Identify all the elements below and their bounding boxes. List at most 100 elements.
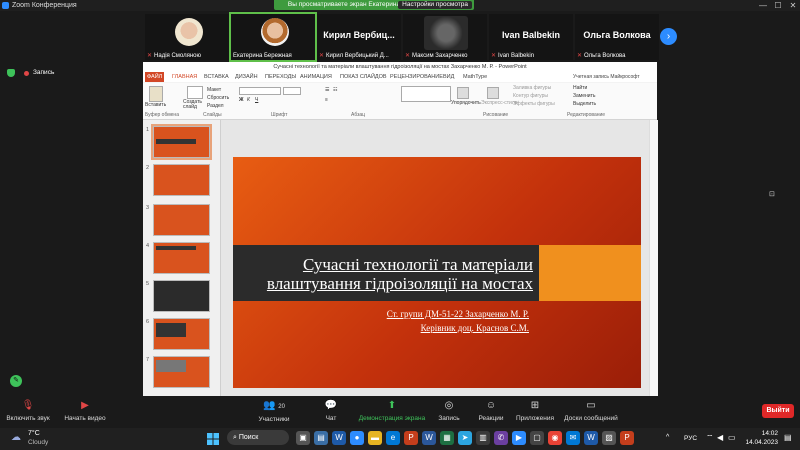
app-icon[interactable]: ▥ — [476, 431, 490, 445]
tab-transitions[interactable]: ПЕРЕХОДЫ — [263, 72, 298, 82]
app-icon[interactable]: ▢ — [530, 431, 544, 445]
language-indicator[interactable]: РУС — [684, 435, 697, 442]
font-name-select[interactable] — [239, 87, 281, 95]
slide[interactable]: Сучасні технології та матеріали влаштува… — [233, 157, 641, 388]
participant-tile[interactable]: Кирил Вербиц... ✕ Кирил Вербицький Д... — [317, 14, 401, 60]
participant-tile[interactable]: ✕ Максим Захарченко — [403, 14, 487, 60]
powerpoint-icon[interactable]: P — [404, 431, 418, 445]
align-icon[interactable]: ≡ — [325, 97, 328, 103]
tab-animation[interactable]: АНИМАЦИЯ — [298, 72, 334, 82]
taskbar-search[interactable]: ⌕ Поиск — [227, 430, 289, 445]
paste-icon[interactable] — [149, 86, 163, 102]
file-explorer-icon[interactable]: ▬ — [368, 431, 382, 445]
participant-tile[interactable]: ✕ Надія Смоляною — [145, 14, 229, 60]
telegram-icon[interactable]: ➤ — [458, 431, 472, 445]
edge-icon[interactable]: e — [386, 431, 400, 445]
underline-icon[interactable]: Ч — [255, 97, 258, 103]
weather-description[interactable]: Cloudy — [28, 439, 48, 446]
slide-thumbnail[interactable]: 3 — [146, 204, 210, 236]
clock-time[interactable]: 14:02 — [748, 430, 778, 437]
battery-icon[interactable]: ▭ — [728, 433, 736, 442]
chevron-up-icon[interactable]: ^ — [666, 434, 669, 441]
chevron-right-icon[interactable]: › — [660, 28, 677, 45]
slide-thumbnail[interactable]: 5 — [146, 280, 210, 312]
replace-button[interactable]: Заменить — [573, 93, 595, 99]
slide-thumbnail[interactable]: 6 — [146, 318, 210, 350]
zoom-app-icon[interactable]: ● — [350, 431, 364, 445]
reactions-button[interactable]: ☺ Реакции — [476, 400, 506, 422]
speaker-icon[interactable]: ◀ — [717, 433, 723, 442]
clock-date[interactable]: 14.04.2023 — [742, 439, 778, 446]
whiteboards-button[interactable]: ▭ Доски сообщений — [562, 400, 620, 422]
participant-tile-active[interactable]: Екатерина Бережная — [229, 12, 317, 62]
arrange-icon[interactable] — [457, 87, 469, 99]
powerpoint-doc-icon[interactable]: P — [620, 431, 634, 445]
minimize-button[interactable]: — — [756, 0, 770, 11]
unmute-button[interactable]: 🎙 Включить звук — [4, 400, 52, 422]
leave-button[interactable]: Выйти — [762, 404, 794, 418]
section-button[interactable]: Раздел — [207, 103, 224, 109]
italic-icon[interactable]: К — [247, 97, 250, 103]
account-label[interactable]: Учетная запись Майкрософт — [571, 72, 642, 82]
maximize-button[interactable]: ☐ — [771, 0, 785, 11]
slide-thumbnail[interactable]: 7 — [146, 356, 210, 388]
word-doc-icon[interactable]: W — [422, 431, 436, 445]
windows-start-icon[interactable] — [207, 432, 219, 445]
chat-button[interactable]: 💬 Чат — [318, 400, 344, 422]
shape-outline-button[interactable]: Контур фигуры — [513, 93, 548, 99]
slide-thumbnail[interactable]: 1 — [146, 124, 212, 160]
share-screen-button[interactable]: ⬆ Демонстрация экрана — [356, 400, 428, 422]
tab-slideshow[interactable]: ПОКАЗ СЛАЙДОВ — [338, 72, 389, 82]
cloud-icon[interactable]: ☁ — [11, 432, 21, 443]
weather-temperature[interactable]: 7°C — [28, 430, 40, 437]
tab-file[interactable]: ФАЙЛ — [145, 72, 165, 82]
task-view-icon[interactable]: ▣ — [296, 431, 310, 445]
bullets-icon[interactable]: ☰ — [325, 87, 329, 93]
view-options-button[interactable]: Настройки просмотра — [398, 1, 472, 9]
notifications-icon[interactable]: ▤ — [784, 433, 792, 442]
tab-insert[interactable]: ВСТАВКА — [202, 72, 231, 82]
excel-icon[interactable]: ▦ — [440, 431, 454, 445]
expand-window-icon[interactable]: ⊡ — [769, 190, 775, 198]
participants-button[interactable]: 👥 20 Участники — [254, 400, 294, 423]
viber-icon[interactable]: ✆ — [494, 431, 508, 445]
zoom-meeting-icon[interactable]: ▶ — [512, 431, 526, 445]
chat-app-icon[interactable]: ▤ — [314, 431, 328, 445]
quick-styles-icon[interactable] — [487, 87, 499, 99]
tab-design[interactable]: ДИЗАЙН — [233, 72, 260, 82]
tab-view[interactable]: ВИД — [441, 72, 456, 82]
vertical-scrollbar[interactable] — [649, 120, 658, 396]
word-icon[interactable]: W — [332, 431, 346, 445]
apps-button[interactable]: ⊞ Приложения — [512, 400, 558, 422]
app-icon[interactable]: ▨ — [602, 431, 616, 445]
wifi-icon[interactable]: ⌔ — [706, 433, 714, 443]
layout-button[interactable]: Макет — [207, 87, 221, 93]
participant-tile[interactable]: Ivan Balbekin ✕ Ivan Balbekin — [489, 14, 573, 60]
shape-effects-button[interactable]: Эффекты фигуры — [513, 101, 555, 107]
shape-fill-button[interactable]: Заливка фигуры — [513, 85, 551, 91]
font-size-select[interactable] — [283, 87, 301, 95]
tab-review[interactable]: РЕЦЕНЗИРОВАНИЕ — [388, 72, 445, 82]
new-slide-button[interactable]: Создать слайд — [183, 100, 205, 110]
mail-icon[interactable]: ✉ — [566, 431, 580, 445]
tab-mathtype[interactable]: MathType — [461, 72, 489, 82]
paste-button[interactable]: Вставить — [145, 102, 166, 108]
record-button[interactable]: ◎ Запись — [434, 400, 464, 422]
new-slide-icon[interactable] — [187, 86, 203, 99]
find-button[interactable]: Найти — [573, 85, 587, 91]
arrange-button[interactable]: Упорядочить — [451, 100, 481, 106]
shapes-gallery[interactable] — [401, 86, 451, 102]
tab-home[interactable]: ГЛАВНАЯ — [170, 72, 199, 82]
slide-thumbnail[interactable]: 4 — [146, 242, 210, 274]
shield-icon[interactable] — [7, 69, 15, 77]
word-doc-icon[interactable]: W — [584, 431, 598, 445]
close-button[interactable]: ✕ — [786, 0, 800, 11]
slide-thumbnail[interactable]: 2 — [146, 164, 210, 196]
select-button[interactable]: Выделить — [573, 101, 596, 107]
pen-icon[interactable]: ✎ — [10, 375, 22, 387]
start-video-button[interactable]: ▶ Начать видео — [60, 400, 110, 422]
numbering-icon[interactable]: ☷ — [333, 87, 337, 93]
chrome-icon[interactable]: ◉ — [548, 431, 562, 445]
participant-tile[interactable]: Ольга Волкова ✕ Ольга Волкова — [575, 14, 659, 60]
reset-button[interactable]: Сбросить — [207, 95, 229, 101]
